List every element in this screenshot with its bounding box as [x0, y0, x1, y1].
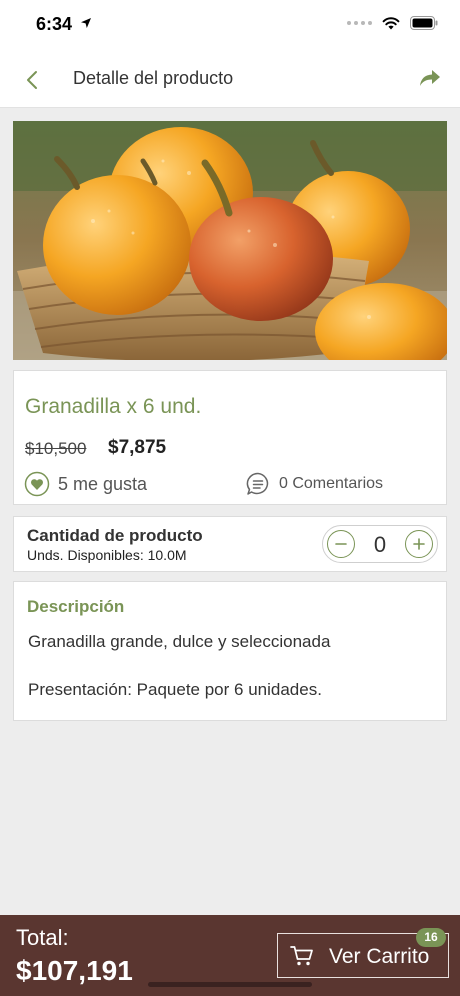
plus-icon	[413, 538, 425, 550]
comments-button[interactable]: 0 Comentarios	[245, 471, 383, 497]
like-button[interactable]: 5 me gusta	[24, 471, 147, 497]
status-indicators	[347, 16, 438, 30]
back-button[interactable]	[18, 66, 46, 94]
cart-count-badge: 16	[416, 928, 446, 947]
status-time: 6:34	[36, 14, 73, 34]
product-name: Granadilla x 6 und.	[25, 395, 202, 418]
available-units: Unds. Disponibles: 10.0M	[27, 547, 187, 563]
original-price: $10,500	[25, 439, 87, 458]
cellular-signal-icon	[347, 21, 372, 25]
description-title: Descripción	[27, 597, 125, 616]
view-cart-label: Ver Carrito	[329, 945, 430, 968]
description-text: Granadilla grande, dulce y seleccionada	[28, 632, 331, 651]
chevron-left-icon	[27, 71, 37, 89]
comments-count: 0 Comentarios	[279, 475, 384, 492]
status-bar: 6:34	[0, 0, 460, 50]
location-arrow-icon	[81, 18, 91, 28]
shopping-cart-icon	[290, 946, 313, 966]
product-image	[13, 121, 447, 360]
share-button[interactable]	[416, 64, 444, 92]
increase-button[interactable]	[405, 530, 433, 558]
quantity-value: 0	[373, 532, 387, 557]
comment-bubble-icon	[246, 472, 269, 495]
total-amount: $107,191	[16, 955, 133, 986]
sale-price: $7,875	[108, 437, 167, 458]
product-info-card: Granadilla x 6 und. $10,500 $7,875 5 me …	[13, 370, 447, 505]
presentation-text: Presentación: Paquete por 6 unidades.	[28, 680, 322, 699]
heart-icon	[24, 471, 50, 497]
battery-icon	[410, 16, 438, 30]
wifi-icon	[382, 17, 400, 30]
quantity-card: Cantidad de producto Unds. Disponibles: …	[13, 516, 447, 572]
total-label: Total:	[16, 925, 69, 950]
description-card: Descripción Granadilla grande, dulce y s…	[13, 581, 447, 721]
page-title: Detalle del producto	[73, 68, 234, 88]
likes-count: 5 me gusta	[58, 473, 148, 494]
quantity-title: Cantidad de producto	[27, 526, 203, 545]
share-arrow-icon	[420, 70, 440, 86]
product-photo	[13, 121, 447, 360]
nav-bar: Detalle del producto	[0, 50, 460, 108]
home-indicator	[148, 982, 312, 987]
decrease-button[interactable]	[327, 530, 355, 558]
view-cart-button[interactable]: Ver Carrito 16	[277, 928, 449, 978]
quantity-stepper: 0	[322, 525, 438, 563]
minus-icon	[335, 543, 347, 545]
